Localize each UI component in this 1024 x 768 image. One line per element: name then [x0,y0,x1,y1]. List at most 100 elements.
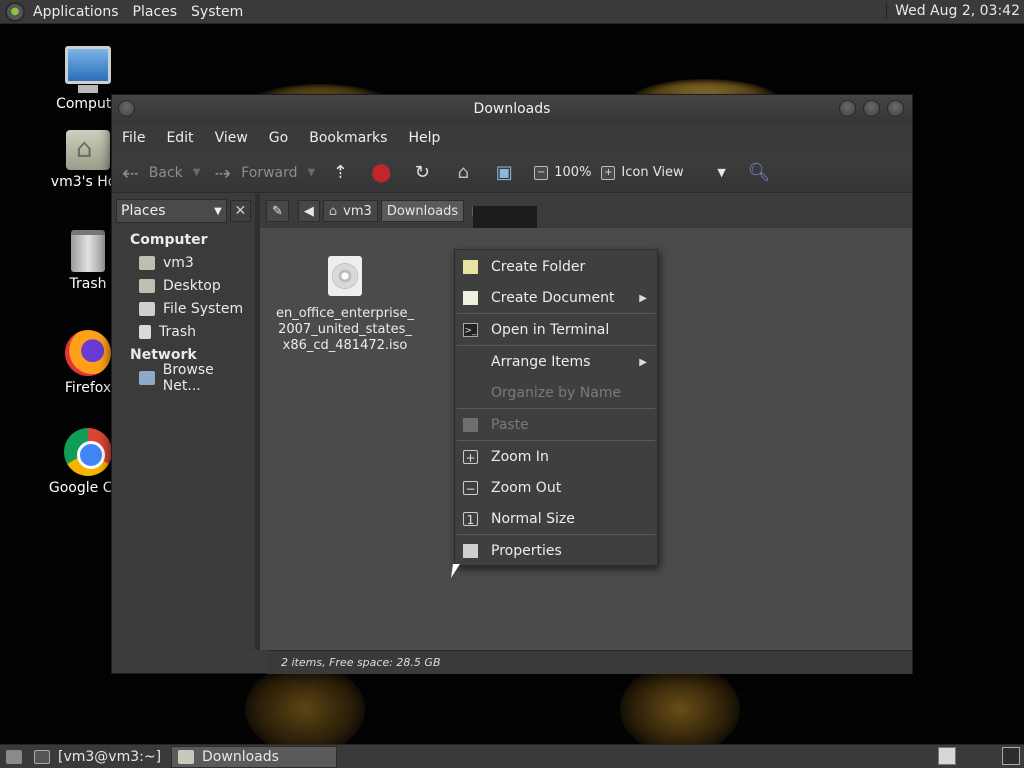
submenu-arrow-icon: ▶ [639,356,647,368]
task-downloads[interactable]: Downloads [171,745,338,768]
sidebar-item-desktop[interactable]: Desktop [112,274,255,297]
minimize-icon[interactable] [839,100,856,117]
window-titlebar[interactable]: Downloads [112,95,912,123]
menu-item-label: Create Document [491,290,615,306]
sidebar-item-browse-network[interactable]: Browse Net... [112,362,255,394]
reload-icon[interactable]: ↻ [411,162,433,184]
chevron-down-icon[interactable]: ▼ [717,166,725,179]
window-menu-icon[interactable] [118,100,135,117]
panel-clock[interactable]: Wed Aug 2, 03:42 [886,3,1020,19]
menu-item-label: Properties [491,543,562,559]
zoom-in-icon[interactable]: + [601,165,616,180]
document-new-icon [463,291,478,305]
back-button[interactable]: ⇠ Back [122,161,183,185]
menu-separator [457,345,655,346]
wallpaper-shape [245,664,365,744]
breadcrumb-vm3[interactable]: ⌂ vm3 [322,200,378,222]
menu-item-arrange-items[interactable]: Arrange Items ▶ [455,347,657,377]
paste-icon [463,418,478,432]
top-panel: ● Applications Places System Wed Aug 2, … [0,0,1024,24]
sidebar-heading-computer: Computer [130,232,208,248]
bottom-panel: [vm3@vm3:~] Downloads [0,744,1024,768]
sidebar: Places ▼ ✕ Computer vm3 Desktop File Sys… [112,194,260,650]
edit-location-icon[interactable]: ✎ [266,200,289,222]
menu-item-label: Zoom In [491,449,549,465]
breadcrumb-label: Downloads [386,203,459,219]
search-icon[interactable]: 🔍︎ [747,162,770,184]
places-select-label: Places [121,203,166,219]
home-icon[interactable]: ⌂ [452,162,474,184]
panel-menu-applications[interactable]: Applications [33,4,119,20]
forward-history-dropdown-icon[interactable]: ▼ [308,167,316,178]
close-sidebar-button[interactable]: ✕ [229,200,251,222]
menu-help[interactable]: Help [408,130,440,146]
status-bar: 2 items, Free space: 28.5 GB [267,650,912,674]
zoom-out-icon[interactable]: − [534,165,549,180]
menu-item-label: Paste [491,417,529,433]
menu-item-normal-size[interactable]: 1 Normal Size [455,504,657,534]
toolbar: ⇠ Back ▼ ⇢ Forward ▼ ⇡ ⬤ ↻ ⌂ ▣ − 100% + … [112,153,912,193]
menu-item-label: Zoom Out [491,480,562,496]
breadcrumb-label: vm3 [343,203,372,219]
menu-item-create-document[interactable]: Create Document ▶ [455,283,657,313]
menu-item-label: Open in Terminal [491,322,610,338]
workspace-switcher[interactable] [938,747,956,765]
menu-bookmarks[interactable]: Bookmarks [309,130,387,146]
sidebar-item-vm3[interactable]: vm3 [112,251,255,274]
view-mode-select[interactable]: Icon View [621,165,717,180]
file-name: en_office_enterprise_ 2007_united_states… [275,306,415,353]
window-title: Downloads [473,101,551,117]
desktop-folder-icon [139,278,155,293]
menu-item-zoom-out[interactable]: − Zoom Out [455,473,657,503]
computer-icon[interactable]: ▣ [493,162,515,184]
task-terminal[interactable]: [vm3@vm3:~] [28,746,167,768]
panel-menu-system[interactable]: System [191,4,243,20]
drive-icon [139,301,155,316]
close-icon[interactable] [887,100,904,117]
maximize-icon[interactable] [863,100,880,117]
forward-button[interactable]: ⇢ Forward [214,161,297,185]
menu-separator [457,440,655,441]
panel-menu-places[interactable]: Places [133,4,178,20]
menu-item-label: Create Folder [491,259,586,275]
chrome-icon [64,428,112,476]
menu-view[interactable]: View [215,130,248,146]
home-folder-icon [66,130,110,170]
menu-separator [457,534,655,535]
sidebar-item-file-system[interactable]: File System [112,297,255,320]
zoom-in-icon: + [463,450,478,465]
breadcrumb-downloads[interactable]: Downloads [380,200,465,222]
file-item[interactable] [473,206,537,228]
menu-item-properties[interactable]: Properties [455,536,657,566]
back-history-dropdown-icon[interactable]: ▼ [193,167,201,178]
places-select[interactable]: Places ▼ [116,199,227,223]
properties-icon [463,544,478,558]
menu-item-label: Normal Size [491,511,575,527]
menu-item-organize-by-name: Organize by Name [455,378,657,408]
show-desktop-icon[interactable] [0,746,24,768]
sidebar-header: Places ▼ ✕ [112,194,255,228]
distro-logo-icon[interactable]: ● [5,1,25,22]
task-label: Downloads [202,748,279,765]
menu-separator [457,313,655,314]
menu-item-open-terminal[interactable]: >_ Open in Terminal [455,315,657,345]
menu-edit[interactable]: Edit [166,130,193,146]
menu-item-create-folder[interactable]: Create Folder [455,252,657,282]
forward-arrow-icon: ⇢ [214,160,232,185]
computer-icon [65,46,111,93]
menu-go[interactable]: Go [269,130,288,146]
home-icon: ⌂ [328,203,338,219]
chevron-down-icon: ▼ [214,205,222,217]
pathbar-scroll-left-icon[interactable]: ◀ [297,200,320,222]
sidebar-item-trash[interactable]: Trash [112,320,255,343]
pathbar: ✎ ◀ ⌂ vm3 Downloads ▶ [260,194,912,228]
stop-icon[interactable]: ⬤ [370,162,392,184]
up-arrow-icon[interactable]: ⇡ [329,162,351,184]
menu-file[interactable]: File [122,130,145,146]
submenu-arrow-icon: ▶ [639,292,647,304]
menu-item-paste: Paste [455,410,657,440]
file-item[interactable]: en_office_enterprise_ 2007_united_states… [274,256,416,354]
sidebar-item-label: Desktop [163,277,221,294]
trash-applet-icon[interactable] [1002,747,1020,765]
menu-item-zoom-in[interactable]: + Zoom In [455,442,657,472]
